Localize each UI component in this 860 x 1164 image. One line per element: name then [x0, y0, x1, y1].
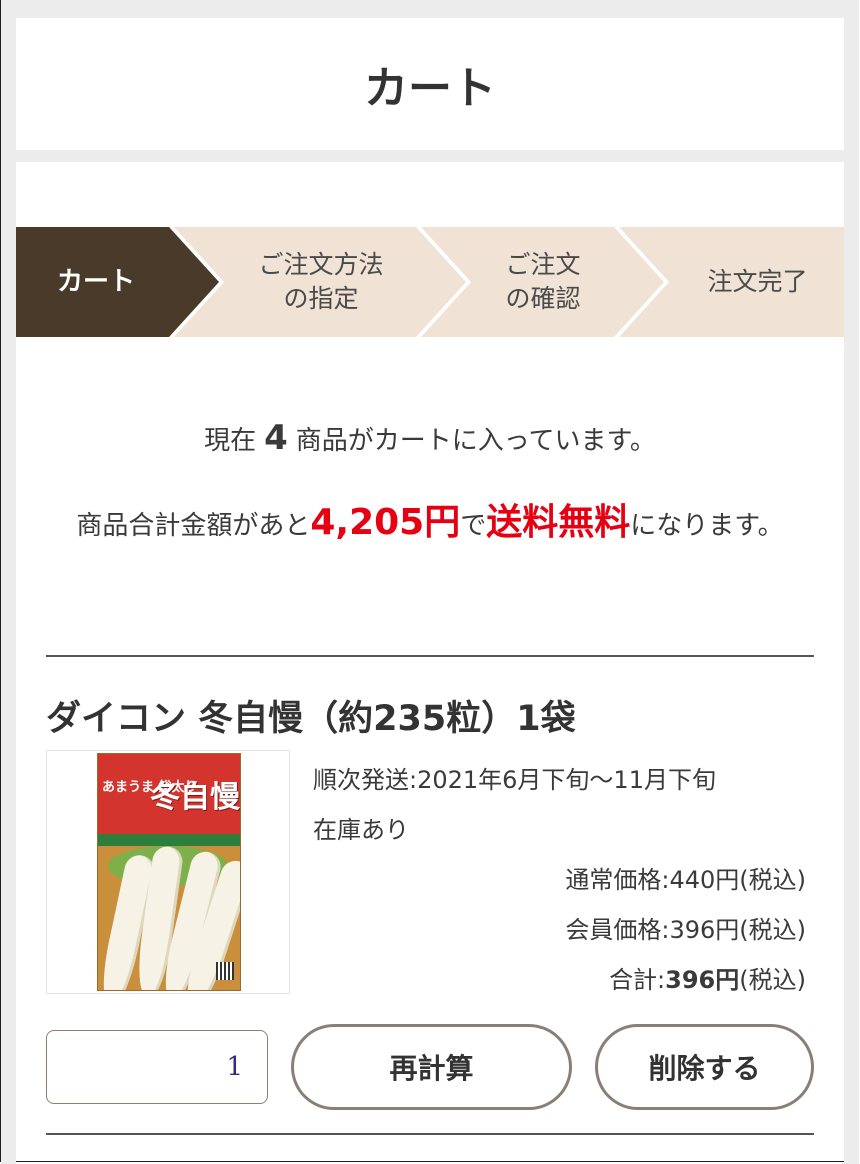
total-value: 396円 — [665, 966, 740, 994]
title-separator — [16, 150, 844, 162]
total-tax: (税込) — [739, 966, 806, 994]
top-separator — [16, 0, 844, 18]
product-name[interactable]: ダイコン 冬自慢（約235粒）1袋 — [46, 690, 576, 741]
regular-price: 通常価格:440円(税込) — [565, 866, 806, 894]
shipping-suffix: になります。 — [630, 511, 784, 541]
amount-remaining: 4,205円 — [310, 502, 461, 543]
divider-top — [46, 655, 814, 657]
step-order-confirm: ご注文 の確認 — [505, 250, 581, 313]
total-label: 合計: — [609, 966, 666, 994]
divider-bottom — [46, 1133, 814, 1135]
free-shipping-message: 商品合計金額があと4,205円で送料無料になります。 — [40, 492, 820, 557]
product-image[interactable]: あまうま 総太り 冬自慢 — [46, 750, 290, 994]
shipping-schedule: 順次発送:2021年6月下旬～11月下旬 — [313, 766, 716, 794]
cart-count-message: 現在 4 商品がカートに入っています。 — [16, 418, 844, 458]
qr-code-icon — [216, 962, 234, 980]
left-gutter — [1, 0, 16, 1164]
recalculate-button[interactable]: 再計算 — [291, 1024, 572, 1110]
page-title: カート — [364, 63, 496, 114]
step-order-complete: 注文完了 — [707, 267, 808, 296]
checkout-steps: カート ご注文方法 の指定 ご注文 の確認 注文完了 — [16, 227, 844, 337]
member-price: 会員価格:396円(税込) — [565, 916, 806, 944]
packet-title-text: 冬自慢 — [150, 780, 240, 815]
seed-packet-image: あまうま 総太り 冬自慢 — [97, 753, 241, 991]
step-order-method: ご注文方法 の指定 — [258, 250, 384, 313]
line-total: 合計:396円(税込) — [609, 960, 806, 995]
right-gutter — [844, 0, 859, 1164]
cart-item-count: 4 — [264, 418, 288, 458]
quantity-input[interactable]: 1 — [46, 1030, 268, 1104]
shipping-prefix: 商品合計金額があと — [76, 511, 311, 541]
count-suffix: 商品がカートに入っています。 — [295, 426, 656, 456]
stock-status: 在庫あり — [313, 816, 409, 844]
free-shipping-label: 送料無料 — [486, 502, 631, 543]
shipping-mid: で — [460, 511, 487, 541]
delete-button[interactable]: 削除する — [595, 1024, 814, 1110]
step-cart: カート — [56, 267, 135, 297]
count-prefix: 現在 — [204, 426, 257, 456]
